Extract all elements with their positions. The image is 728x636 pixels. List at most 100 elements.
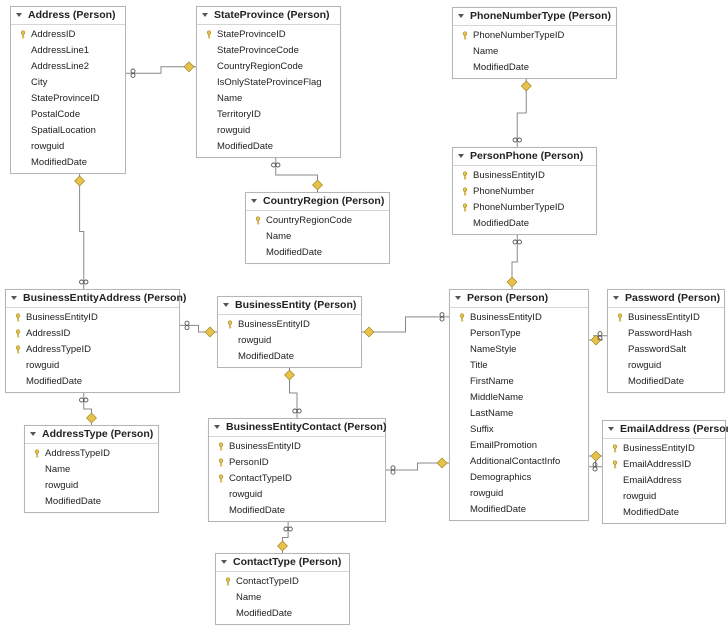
- table-column[interactable]: ModifiedDate: [218, 349, 361, 365]
- table-column[interactable]: AddressLine1: [11, 43, 125, 59]
- table-column[interactable]: EmailPromotion: [450, 438, 588, 454]
- entity-header[interactable]: EmailAddress (Person): [603, 421, 725, 439]
- table-column[interactable]: ModifiedDate: [197, 139, 340, 155]
- table-column[interactable]: CountryRegionCode: [197, 59, 340, 75]
- entity-header[interactable]: PhoneNumberType (Person): [453, 8, 616, 26]
- expander-icon[interactable]: [458, 14, 464, 18]
- table-column[interactable]: FirstName: [450, 374, 588, 390]
- expander-icon[interactable]: [221, 560, 227, 564]
- entity-personphone[interactable]: PersonPhone (Person) BusinessEntityID Ph…: [452, 147, 597, 235]
- table-column[interactable]: PersonType: [450, 326, 588, 342]
- entity-businessentitycontact[interactable]: BusinessEntityContact (Person) BusinessE…: [208, 418, 386, 522]
- table-column[interactable]: ModifiedDate: [6, 374, 179, 390]
- table-column[interactable]: PostalCode: [11, 107, 125, 123]
- table-column[interactable]: EmailAddressID: [603, 457, 725, 473]
- table-column[interactable]: PhoneNumber: [453, 184, 596, 200]
- entity-address[interactable]: Address (Person) AddressIDAddressLine1Ad…: [10, 6, 126, 174]
- table-column[interactable]: rowguid: [25, 478, 158, 494]
- expander-icon[interactable]: [458, 154, 464, 158]
- table-column[interactable]: IsOnlyStateProvinceFlag: [197, 75, 340, 91]
- table-column[interactable]: BusinessEntityID: [218, 317, 361, 333]
- entity-addresstype[interactable]: AddressType (Person) AddressTypeIDNamero…: [24, 425, 159, 513]
- table-column[interactable]: ModifiedDate: [453, 216, 596, 232]
- table-column[interactable]: rowguid: [450, 486, 588, 502]
- table-column[interactable]: ContactTypeID: [216, 574, 349, 590]
- entity-password[interactable]: Password (Person) BusinessEntityIDPasswo…: [607, 289, 725, 393]
- table-column[interactable]: AddressLine2: [11, 59, 125, 75]
- table-column[interactable]: BusinessEntityID: [453, 168, 596, 184]
- entity-header[interactable]: BusinessEntity (Person): [218, 297, 361, 315]
- table-column[interactable]: PasswordSalt: [608, 342, 724, 358]
- table-column[interactable]: LastName: [450, 406, 588, 422]
- table-column[interactable]: AddressTypeID: [6, 342, 179, 358]
- table-column[interactable]: PhoneNumberTypeID: [453, 28, 616, 44]
- table-column[interactable]: ContactTypeID: [209, 471, 385, 487]
- table-column[interactable]: ModifiedDate: [603, 505, 725, 521]
- table-column[interactable]: StateProvinceID: [11, 91, 125, 107]
- expander-icon[interactable]: [223, 303, 229, 307]
- expander-icon[interactable]: [30, 432, 36, 436]
- table-column[interactable]: rowguid: [218, 333, 361, 349]
- table-column[interactable]: rowguid: [608, 358, 724, 374]
- entity-header[interactable]: BusinessEntityAddress (Person): [6, 290, 179, 308]
- entity-header[interactable]: StateProvince (Person): [197, 7, 340, 25]
- table-column[interactable]: Name: [453, 44, 616, 60]
- entity-countryregion[interactable]: CountryRegion (Person) CountryRegionCode…: [245, 192, 390, 264]
- table-column[interactable]: CountryRegionCode: [246, 213, 389, 229]
- table-column[interactable]: BusinessEntityID: [603, 441, 725, 457]
- entity-header[interactable]: AddressType (Person): [25, 426, 158, 444]
- entity-header[interactable]: Password (Person): [608, 290, 724, 308]
- table-column[interactable]: ModifiedDate: [608, 374, 724, 390]
- table-column[interactable]: BusinessEntityID: [608, 310, 724, 326]
- entity-header[interactable]: BusinessEntityContact (Person): [209, 419, 385, 437]
- entity-person[interactable]: Person (Person) BusinessEntityIDPersonTy…: [449, 289, 589, 521]
- expander-icon[interactable]: [251, 199, 257, 203]
- table-column[interactable]: ModifiedDate: [216, 606, 349, 622]
- table-column[interactable]: ModifiedDate: [453, 60, 616, 76]
- table-column[interactable]: SpatialLocation: [11, 123, 125, 139]
- table-column[interactable]: ModifiedDate: [25, 494, 158, 510]
- table-column[interactable]: ModifiedDate: [11, 155, 125, 171]
- table-column[interactable]: City: [11, 75, 125, 91]
- table-column[interactable]: MiddleName: [450, 390, 588, 406]
- table-column[interactable]: BusinessEntityID: [209, 439, 385, 455]
- table-column[interactable]: ModifiedDate: [450, 502, 588, 518]
- table-column[interactable]: Name: [25, 462, 158, 478]
- table-column[interactable]: Demographics: [450, 470, 588, 486]
- table-column[interactable]: AddressID: [11, 27, 125, 43]
- expander-icon[interactable]: [202, 13, 208, 17]
- table-column[interactable]: AddressID: [6, 326, 179, 342]
- entity-stateprovince[interactable]: StateProvince (Person) StateProvinceIDSt…: [196, 6, 341, 158]
- entity-header[interactable]: Address (Person): [11, 7, 125, 25]
- entity-header[interactable]: CountryRegion (Person): [246, 193, 389, 211]
- entity-header[interactable]: Person (Person): [450, 290, 588, 308]
- table-column[interactable]: rowguid: [197, 123, 340, 139]
- table-column[interactable]: BusinessEntityID: [450, 310, 588, 326]
- table-column[interactable]: Name: [246, 229, 389, 245]
- table-column[interactable]: Suffix: [450, 422, 588, 438]
- entity-emailaddress[interactable]: EmailAddress (Person) BusinessEntityID E…: [602, 420, 726, 524]
- table-column[interactable]: ModifiedDate: [246, 245, 389, 261]
- table-column[interactable]: PasswordHash: [608, 326, 724, 342]
- expander-icon[interactable]: [608, 427, 614, 431]
- table-column[interactable]: AddressTypeID: [25, 446, 158, 462]
- table-column[interactable]: EmailAddress: [603, 473, 725, 489]
- table-column[interactable]: TerritoryID: [197, 107, 340, 123]
- expander-icon[interactable]: [16, 13, 22, 17]
- entity-businessentity[interactable]: BusinessEntity (Person) BusinessEntityID…: [217, 296, 362, 368]
- table-column[interactable]: rowguid: [6, 358, 179, 374]
- expander-icon[interactable]: [455, 296, 461, 300]
- table-column[interactable]: StateProvinceCode: [197, 43, 340, 59]
- table-column[interactable]: Name: [197, 91, 340, 107]
- table-column[interactable]: Name: [216, 590, 349, 606]
- expander-icon[interactable]: [214, 425, 220, 429]
- table-column[interactable]: rowguid: [209, 487, 385, 503]
- table-column[interactable]: ModifiedDate: [209, 503, 385, 519]
- table-column[interactable]: PhoneNumberTypeID: [453, 200, 596, 216]
- table-column[interactable]: StateProvinceID: [197, 27, 340, 43]
- entity-header[interactable]: PersonPhone (Person): [453, 148, 596, 166]
- table-column[interactable]: Title: [450, 358, 588, 374]
- table-column[interactable]: PersonID: [209, 455, 385, 471]
- table-column[interactable]: rowguid: [603, 489, 725, 505]
- entity-businessentityaddress[interactable]: BusinessEntityAddress (Person) BusinessE…: [5, 289, 180, 393]
